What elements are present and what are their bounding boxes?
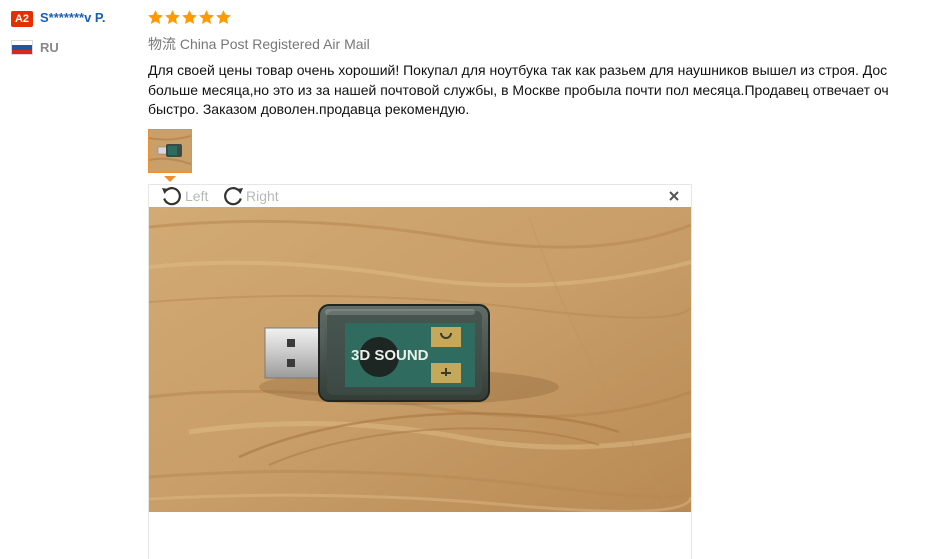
review-text-line: больше месяца,но это из за нашей почтово… — [148, 81, 889, 98]
star-icon — [165, 10, 180, 24]
photo-viewer-toolbar: Left Right — [149, 185, 691, 207]
star-icon — [216, 10, 231, 24]
review-text-line: быстро. Заказом доволен.продавца рекомен… — [148, 101, 470, 117]
rotate-left-icon — [159, 185, 185, 207]
rotate-right-icon — [220, 185, 246, 207]
review-text: Для своей цены товар очень хороший! Поку… — [148, 61, 931, 120]
thumbnail-selected-caret — [164, 176, 176, 182]
star-rating — [147, 9, 232, 26]
russia-flag-icon — [11, 40, 33, 55]
review-item: A2 S*******v P. RU 物流 China Post Registe… — [0, 0, 931, 559]
photo-label-text: 3D SOUND — [351, 347, 429, 364]
review-photo-thumbnail[interactable] — [148, 129, 192, 173]
buyer-level-badge: A2 — [11, 11, 33, 27]
reviewer-name: S*******v P. — [40, 10, 106, 25]
star-icon — [148, 10, 163, 24]
reviewer-country: RU — [40, 40, 59, 55]
rotate-left-label: Left — [185, 188, 209, 204]
logistics-info: 物流 China Post Registered Air Mail — [148, 36, 370, 52]
review-text-line: Для своей цены товар очень хороший! Поку… — [148, 62, 888, 78]
rotate-right-label: Right — [246, 188, 279, 204]
close-icon[interactable] — [667, 189, 681, 203]
photo-viewer: Left Right 3D SOUND — [148, 184, 692, 559]
rotate-right-button[interactable]: Right — [220, 185, 279, 207]
star-icon — [182, 10, 197, 24]
rotate-left-button[interactable]: Left — [159, 185, 208, 207]
star-icon — [199, 10, 214, 24]
review-photo: 3D SOUND — [149, 207, 691, 512]
